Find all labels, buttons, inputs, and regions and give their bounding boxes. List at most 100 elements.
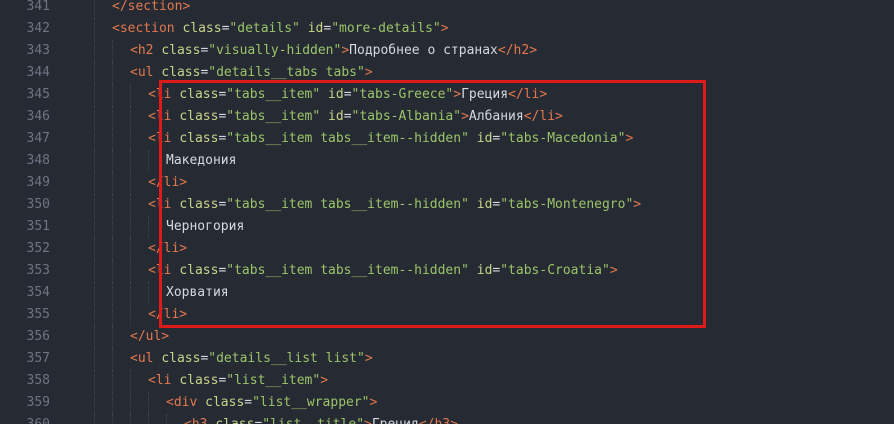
indent-guide <box>94 194 95 216</box>
token-str: "tabs__item tabs__item--hidden" <box>226 197 469 212</box>
indent-guide <box>94 62 95 84</box>
token-str: "more-details" <box>331 21 441 36</box>
code-line[interactable]: 341 </section> <box>0 0 894 18</box>
indent-guide <box>112 238 113 260</box>
token-str: "details__tabs tabs" <box>208 65 365 80</box>
indent-guide <box>94 172 95 194</box>
indent-guide <box>112 194 113 216</box>
code-line[interactable]: 359 <div class="list__wrapper"> <box>0 392 894 414</box>
indent-guide <box>130 238 131 260</box>
line-number: 347 <box>26 131 50 146</box>
line-number: 348 <box>26 153 50 168</box>
line-number: 360 <box>0 414 50 424</box>
indent-guide <box>112 304 113 326</box>
indent-guide <box>130 84 131 106</box>
code-content: </section> <box>112 0 190 18</box>
token-str: "visually-hidden" <box>208 43 342 58</box>
line-number: 341 <box>26 0 50 14</box>
token-tag: <li <box>148 131 172 146</box>
code-line[interactable]: 358 <li class="list__item"> <box>0 370 894 392</box>
code-line[interactable]: 347 <li class="tabs__item tabs__item--hid… <box>0 128 894 150</box>
token-tag: </li> <box>148 241 188 256</box>
indent-guide <box>94 106 95 128</box>
line-number: 342 <box>26 21 50 36</box>
line-number: 357 <box>26 351 50 366</box>
code-content: </li> <box>148 238 187 260</box>
code-content: </li> <box>148 304 187 326</box>
line-number: 355 <box>26 307 50 322</box>
token-tag: </li> <box>148 175 188 190</box>
token-tag: > <box>369 395 378 410</box>
indent-guide <box>94 326 95 348</box>
token-str: "tabs-Greece" <box>351 87 454 102</box>
indent-guide <box>112 150 113 172</box>
indent-guide <box>94 84 95 106</box>
indent-guide <box>112 216 113 238</box>
code-line[interactable]: 348 Македония <box>0 150 894 172</box>
code-lines[interactable]: 341 </section> 342 <section class="details"… <box>0 0 894 424</box>
line-number: 344 <box>26 65 50 80</box>
token-str: "tabs__item tabs__item--hidden" <box>226 131 469 146</box>
code-line[interactable]: 343 <h2 class="visually-hidden">Подробнее… <box>0 40 894 62</box>
line-number: 353 <box>26 263 50 278</box>
token-tag: > <box>364 417 372 424</box>
token-str: "details__list list" <box>208 351 365 366</box>
token-str: "list__title" <box>262 417 364 424</box>
code-line[interactable]: 346 <li class="tabs__item" id="tabs-Alban… <box>0 106 894 128</box>
indent-guide <box>130 106 131 128</box>
indent-guide <box>112 282 113 304</box>
token-attr: id <box>307 21 324 36</box>
token-attr: class <box>179 131 219 146</box>
code-line[interactable]: 356 </ul> <box>0 326 894 348</box>
token-str: "list__wrapper" <box>252 395 370 410</box>
line-number: 351 <box>26 219 50 234</box>
token-tag: > <box>320 373 329 388</box>
code-content: <ul class="details__list list"> <box>130 348 373 370</box>
token-punc: = <box>323 21 332 36</box>
code-line[interactable]: 360 <h3 class="list__title">Греция</h3> <box>0 414 894 424</box>
token-attr: class <box>179 263 219 278</box>
indent-guide <box>112 84 113 106</box>
token-tag: > <box>609 263 618 278</box>
code-line[interactable]: 349 </li> <box>0 172 894 194</box>
token-tag: </li> <box>508 87 548 102</box>
indent-guide <box>112 370 113 392</box>
code-line[interactable]: 355 </li> <box>0 304 894 326</box>
indent-guide <box>130 172 131 194</box>
code-line[interactable]: 351 Черногория <box>0 216 894 238</box>
code-line[interactable]: 345 <li class="tabs__item" id="tabs-Greec… <box>0 84 894 106</box>
token-tag: </h3> <box>419 417 458 424</box>
code-line[interactable]: 344 <ul class="details__tabs tabs"> <box>0 62 894 84</box>
token-str: "details" <box>229 21 300 36</box>
token-tag: <h3 <box>184 417 207 424</box>
token-tag: <li <box>148 109 172 124</box>
indent-guide <box>112 414 113 424</box>
code-line[interactable]: 354 Хорватия <box>0 282 894 304</box>
code-line[interactable]: 353 <li class="tabs__item tabs__item--hid… <box>0 260 894 282</box>
token-tag: </ul> <box>130 329 170 344</box>
line-number: 350 <box>26 197 50 212</box>
code-editor[interactable]: 341 </section> 342 <section class="details"… <box>0 0 894 424</box>
code-line[interactable]: 350 <li class="tabs__item tabs__item--hid… <box>0 194 894 216</box>
indent-guide <box>94 238 95 260</box>
token-attr: id <box>476 263 493 278</box>
indent-guide <box>112 260 113 282</box>
code-line[interactable]: 342 <section class="details" id="more-det… <box>0 18 894 40</box>
line-number: 349 <box>26 175 50 190</box>
line-number: 358 <box>26 373 50 388</box>
code-content: <li class="tabs__item tabs__item--hidden… <box>148 260 618 282</box>
code-content: <h3 class="list__title">Греция</h3> <box>184 414 458 424</box>
code-line[interactable]: 357 <ul class="details__list list"> <box>0 348 894 370</box>
token-txt: Подробнее о странах <box>349 43 498 58</box>
indent-guide <box>130 414 131 424</box>
token-str: "tabs-Albania" <box>351 109 462 124</box>
code-line[interactable]: 352 </li> <box>0 238 894 260</box>
indent-guide <box>130 128 131 150</box>
token-attr: class <box>179 373 219 388</box>
token-str: "list__item" <box>226 373 321 388</box>
code-content: <li class="tabs__item" id="tabs-Greece">… <box>148 84 547 106</box>
